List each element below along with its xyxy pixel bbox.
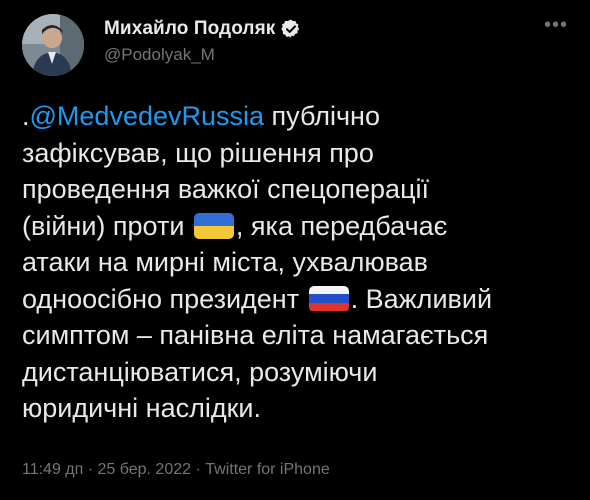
tweet-line: (війни) проти , яка передбачає xyxy=(22,208,570,245)
meta-separator: · xyxy=(83,461,98,478)
tweet-line: дистанціюватися, розуміючи xyxy=(22,356,378,387)
tweet-text-segment: . Важливий xyxy=(350,283,493,314)
tweet-line: атаки на мирні міста, ухвалював xyxy=(22,247,429,277)
more-options-icon[interactable]: ••• xyxy=(544,14,568,37)
meta-separator: · xyxy=(191,461,206,478)
tweet-line: проведення важкої спецоперації xyxy=(22,174,430,204)
tweet-text-segment: одноосібно президент xyxy=(22,283,307,314)
tweet-line: одноосібно президент . Важливий xyxy=(22,281,570,318)
mention-link[interactable]: @MedvedevRussia xyxy=(30,101,265,131)
russia-flag-icon xyxy=(308,285,349,312)
tweet-source[interactable]: Twitter for iPhone xyxy=(205,461,330,478)
tweet-text-segment: публічно xyxy=(264,101,380,131)
tweet: Михайло Подоляк @Podolyak_M ••• .@Medved… xyxy=(0,0,590,500)
avatar[interactable] xyxy=(22,14,84,76)
tweet-line: зафіксував, що рішення про xyxy=(22,137,374,168)
tweet-date[interactable]: 25 бер. 2022 xyxy=(98,461,192,478)
ukraine-flag-icon xyxy=(193,212,234,239)
verified-badge-icon xyxy=(281,19,301,39)
tweet-metadata: 11:49 дп · 25 бер. 2022 · Twitter for iP… xyxy=(22,461,330,479)
author-name-row: Михайло Подоляк xyxy=(104,18,301,40)
tweet-line: симптом – панівна еліта намагається xyxy=(22,320,489,350)
tweet-text-segment: , яка передбачає xyxy=(235,210,448,241)
author-display-name[interactable]: Михайло Подоляк xyxy=(104,18,275,40)
tweet-text-segment: . xyxy=(22,101,30,131)
tweet-text-segment: (війни) проти xyxy=(22,210,192,241)
author-handle[interactable]: @Podolyak_M xyxy=(104,45,215,65)
tweet-text: .@MedvedevRussia публічно зафіксував, що… xyxy=(22,98,570,427)
tweet-time[interactable]: 11:49 дп xyxy=(22,461,83,478)
tweet-line: юридичні наслідки. xyxy=(22,393,261,423)
tweet-line: .@MedvedevRussia публічно xyxy=(22,98,570,135)
profile-photo xyxy=(22,14,84,76)
